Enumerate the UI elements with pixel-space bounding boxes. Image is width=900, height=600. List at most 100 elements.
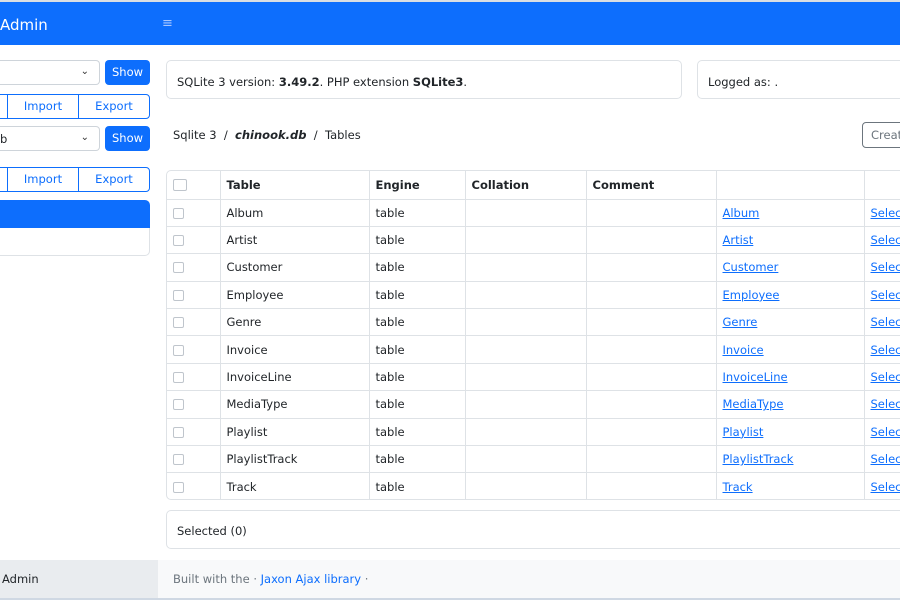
- table-structure-link[interactable]: Genre: [723, 315, 758, 329]
- table-structure-link[interactable]: Album: [723, 206, 760, 220]
- export-db-button[interactable]: Export: [78, 167, 150, 192]
- table-structure-link[interactable]: Invoice: [723, 343, 764, 357]
- collation-cell: [465, 226, 587, 255]
- select-all-checkbox[interactable]: [173, 179, 187, 192]
- select-link-cell: Select: [864, 472, 900, 499]
- import-button[interactable]: Import: [7, 94, 79, 119]
- sidebar-menu-item[interactable]: [0, 228, 150, 256]
- table-structure-link[interactable]: InvoiceLine: [723, 370, 788, 384]
- breadcrumb-driver[interactable]: Sqlite 3: [173, 128, 217, 142]
- database-actions: Import Export: [0, 167, 150, 192]
- comment-cell: [586, 335, 717, 364]
- structure-link-cell: Genre: [716, 308, 865, 337]
- row-checkbox[interactable]: [173, 235, 184, 247]
- show-database-button[interactable]: Show: [105, 126, 150, 151]
- table-name-cell: Customer: [220, 253, 370, 282]
- column-header[interactable]: Engine: [369, 171, 466, 200]
- table-structure-link[interactable]: Artist: [723, 233, 754, 247]
- engine-cell: table: [369, 472, 466, 499]
- server-actions: Import Export: [0, 94, 150, 119]
- table-structure-link[interactable]: Customer: [723, 260, 779, 274]
- select-data-link[interactable]: Select: [871, 260, 900, 274]
- column-header[interactable]: Table: [220, 171, 370, 200]
- collation-cell: [465, 281, 587, 310]
- select-data-link[interactable]: Select: [871, 343, 900, 357]
- structure-link-cell: MediaType: [716, 390, 865, 419]
- breadcrumb-page: Tables: [324, 128, 361, 142]
- row-checkbox-cell: [167, 363, 221, 392]
- select-data-link[interactable]: Select: [871, 425, 900, 439]
- select-data-link[interactable]: Select: [871, 397, 900, 411]
- column-header[interactable]: Comment: [586, 171, 717, 200]
- sidebar-menu-item-active[interactable]: [0, 200, 150, 228]
- row-checkbox[interactable]: [173, 317, 184, 329]
- table-structure-link[interactable]: Employee: [723, 288, 780, 302]
- table-row: EmployeetableEmployeeSelect: [167, 281, 900, 310]
- database-select[interactable]: b ⌄: [0, 126, 100, 151]
- select-link-cell: Select: [864, 335, 900, 364]
- select-data-link[interactable]: Select: [871, 480, 900, 494]
- row-checkbox[interactable]: [173, 207, 184, 219]
- table-name-cell: Track: [220, 472, 370, 499]
- select-data-link[interactable]: Select: [871, 315, 900, 329]
- structure-link-cell: Track: [716, 472, 865, 499]
- jaxon-link[interactable]: Jaxon Ajax library: [261, 572, 361, 586]
- export-button[interactable]: Export: [78, 94, 150, 119]
- column-header: [716, 171, 865, 200]
- select-link-cell: Select: [864, 363, 900, 392]
- row-checkbox[interactable]: [173, 262, 184, 274]
- table-structure-link[interactable]: Track: [723, 480, 753, 494]
- comment-cell: [586, 363, 717, 392]
- show-server-button[interactable]: Show: [105, 60, 150, 85]
- comment-cell: [586, 226, 717, 255]
- version-text: SQLite 3 version: 3.49.2. PHP extension …: [177, 75, 468, 89]
- app-brand[interactable]: Admin: [0, 16, 48, 34]
- table-structure-link[interactable]: MediaType: [723, 397, 784, 411]
- select-link-cell: Select: [864, 308, 900, 337]
- table-structure-link[interactable]: Playlist: [723, 425, 764, 439]
- select-data-link[interactable]: Select: [871, 452, 900, 466]
- row-checkbox[interactable]: [173, 426, 184, 438]
- engine-cell: table: [369, 363, 466, 392]
- table-name-cell: Genre: [220, 308, 370, 337]
- chevron-down-icon: ⌄: [80, 132, 89, 143]
- row-checkbox[interactable]: [173, 344, 184, 356]
- table-row: CustomertableCustomerSelect: [167, 253, 900, 282]
- table-structure-link[interactable]: PlaylistTrack: [723, 452, 794, 466]
- select-data-link[interactable]: Select: [871, 288, 900, 302]
- table-name-cell: Artist: [220, 226, 370, 255]
- table-row: ArtisttableArtistSelect: [167, 226, 900, 255]
- select-link-cell: Select: [864, 445, 900, 474]
- tables-table-container: Table Engine Collation Comment Album tabl…: [166, 170, 900, 500]
- footer-brand: Admin: [2, 572, 39, 586]
- engine-cell: table: [369, 418, 466, 447]
- table-row: MediaTypetableMediaTypeSelect: [167, 390, 900, 419]
- structure-link-cell: Artist: [716, 226, 865, 255]
- select-data-link[interactable]: Select: [871, 370, 900, 384]
- select-data-link[interactable]: Select: [871, 233, 900, 247]
- import-db-button[interactable]: Import: [7, 167, 79, 192]
- comment-cell: [586, 308, 717, 337]
- engine-cell: table: [369, 226, 466, 255]
- collation-cell: [465, 363, 587, 392]
- select-all-cell: [167, 171, 221, 200]
- row-checkbox[interactable]: [173, 372, 184, 384]
- row-checkbox[interactable]: [173, 481, 184, 493]
- row-checkbox-cell: [167, 472, 221, 499]
- collation-cell: [465, 390, 587, 419]
- create-table-button[interactable]: Create: [862, 122, 900, 148]
- row-checkbox[interactable]: [173, 289, 184, 301]
- row-checkbox-cell: [167, 418, 221, 447]
- row-checkbox[interactable]: [173, 399, 184, 411]
- select-data-link[interactable]: Select: [871, 206, 900, 220]
- sidebar: ⌄ Show Import Export b ⌄ Show Import Exp…: [0, 45, 158, 560]
- server-select[interactable]: ⌄: [0, 60, 100, 85]
- breadcrumb-database[interactable]: chinook.db: [235, 128, 306, 142]
- column-header[interactable]: Collation: [465, 171, 587, 200]
- row-checkbox[interactable]: [173, 454, 184, 466]
- engine-cell: table: [369, 335, 466, 364]
- comment-cell: [586, 253, 717, 282]
- comment-cell: [586, 418, 717, 447]
- table-row: TracktableTrackSelect: [167, 472, 900, 499]
- hamburger-icon[interactable]: ≡: [162, 16, 173, 31]
